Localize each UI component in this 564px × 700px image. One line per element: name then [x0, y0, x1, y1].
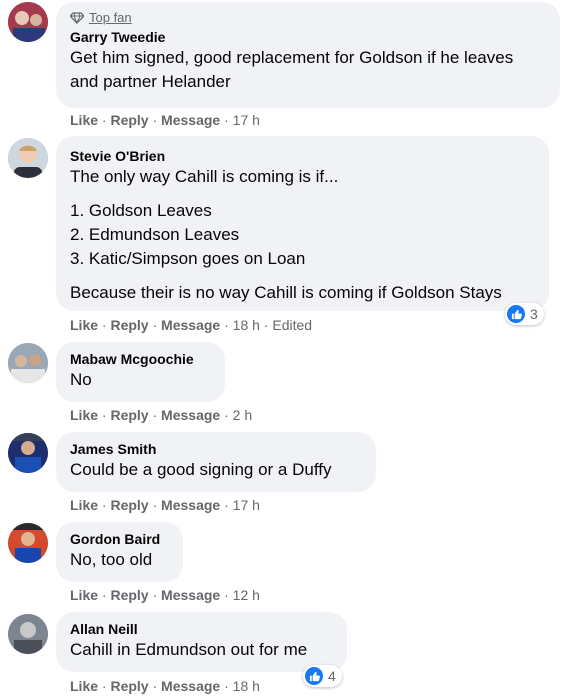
like-button[interactable]: Like	[70, 678, 98, 694]
author-name[interactable]: James Smith	[70, 440, 362, 458]
diamond-icon	[70, 12, 84, 24]
timestamp[interactable]: 18 h	[233, 317, 260, 333]
comment-text: Could be a good signing or a Duffy	[70, 460, 332, 479]
edited-label: Edited	[272, 317, 313, 333]
badge-label: Top fan	[89, 10, 132, 25]
like-button[interactable]: Like	[70, 407, 98, 423]
avatar[interactable]	[8, 138, 48, 178]
comment-bubble: James Smith Could be a good signing or a…	[56, 432, 376, 492]
comment-text: No, too old	[70, 550, 153, 569]
comment-actions: Like · Reply · Message · 2 h	[70, 407, 253, 423]
comment-bubble: Mabaw Mcgoochie No	[56, 342, 225, 402]
comment-actions: Like · Reply · Message · 18 h	[70, 678, 260, 694]
comment-bubble: Top fan Garry Tweedie Get him signed, go…	[56, 2, 560, 108]
comment-actions: Like · Reply · Message · 17 h	[70, 497, 260, 513]
comment-text: Get him signed, good replacement for Gol…	[70, 48, 514, 91]
reaction-count[interactable]: 3	[505, 303, 544, 325]
message-button[interactable]: Message	[161, 587, 220, 603]
reply-button[interactable]: Reply	[110, 678, 148, 694]
reply-button[interactable]: Reply	[110, 317, 148, 333]
comment-bubble: Stevie O'Brien The only way Cahill is co…	[56, 136, 549, 311]
comment-paragraph: 2. Edmundson Leaves	[70, 225, 240, 244]
comment-bubble: Gordon Baird No, too old	[56, 522, 183, 582]
timestamp[interactable]: 2 h	[233, 407, 252, 423]
avatar[interactable]	[8, 433, 48, 473]
timestamp[interactable]: 18 h	[233, 678, 260, 694]
author-name[interactable]: Stevie O'Brien	[70, 147, 535, 165]
author-name[interactable]: Gordon Baird	[70, 530, 169, 548]
reaction-count-value: 3	[530, 306, 538, 322]
comment-bubble: Allan Neill Cahill in Edmundson out for …	[56, 612, 347, 672]
comment-text: Cahill in Edmundson out for me	[70, 640, 308, 659]
comment-paragraph: 3. Katic/Simpson goes on Loan	[70, 249, 306, 268]
timestamp[interactable]: 12 h	[233, 587, 260, 603]
timestamp[interactable]: 17 h	[233, 112, 260, 128]
avatar[interactable]	[8, 343, 48, 383]
like-button[interactable]: Like	[70, 317, 98, 333]
author-name[interactable]: Allan Neill	[70, 620, 333, 638]
comment-actions: Like · Reply · Message · 12 h	[70, 587, 260, 603]
message-button[interactable]: Message	[161, 497, 220, 513]
reaction-count[interactable]: 4	[303, 665, 342, 687]
like-button[interactable]: Like	[70, 112, 98, 128]
reply-button[interactable]: Reply	[110, 587, 148, 603]
timestamp[interactable]: 17 h	[233, 497, 260, 513]
comment-paragraph: 1. Goldson Leaves	[70, 201, 212, 220]
comment-actions: Like · Reply · Message · 18 h · Edited	[70, 317, 313, 333]
reply-button[interactable]: Reply	[110, 407, 148, 423]
comment-text: No	[70, 370, 92, 389]
avatar[interactable]	[8, 614, 48, 654]
message-button[interactable]: Message	[161, 407, 220, 423]
reply-button[interactable]: Reply	[110, 112, 148, 128]
thumbs-up-icon	[507, 305, 525, 323]
author-name[interactable]: Mabaw Mcgoochie	[70, 350, 211, 368]
message-button[interactable]: Message	[161, 317, 220, 333]
message-button[interactable]: Message	[161, 678, 220, 694]
top-fan-badge[interactable]: Top fan	[70, 10, 546, 26]
comment-paragraph: The only way Cahill is coming is if...	[70, 167, 339, 186]
reaction-count-value: 4	[328, 668, 336, 684]
like-button[interactable]: Like	[70, 497, 98, 513]
like-button[interactable]: Like	[70, 587, 98, 603]
avatar[interactable]	[8, 2, 48, 42]
message-button[interactable]: Message	[161, 112, 220, 128]
comment-text: The only way Cahill is coming is if... 1…	[70, 165, 535, 305]
reply-button[interactable]: Reply	[110, 497, 148, 513]
thumbs-up-icon	[305, 667, 323, 685]
author-name[interactable]: Garry Tweedie	[70, 28, 546, 46]
avatar[interactable]	[8, 523, 48, 563]
comment-paragraph: Because their is no way Cahill is coming…	[70, 283, 502, 302]
comment-actions: Like · Reply · Message · 17 h	[70, 112, 260, 128]
